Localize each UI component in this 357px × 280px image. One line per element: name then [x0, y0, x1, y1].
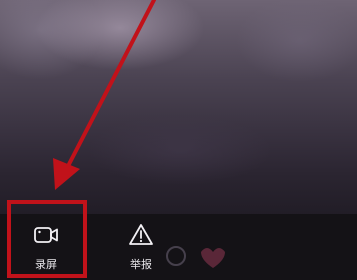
annotation-arrow: [53, 0, 156, 190]
